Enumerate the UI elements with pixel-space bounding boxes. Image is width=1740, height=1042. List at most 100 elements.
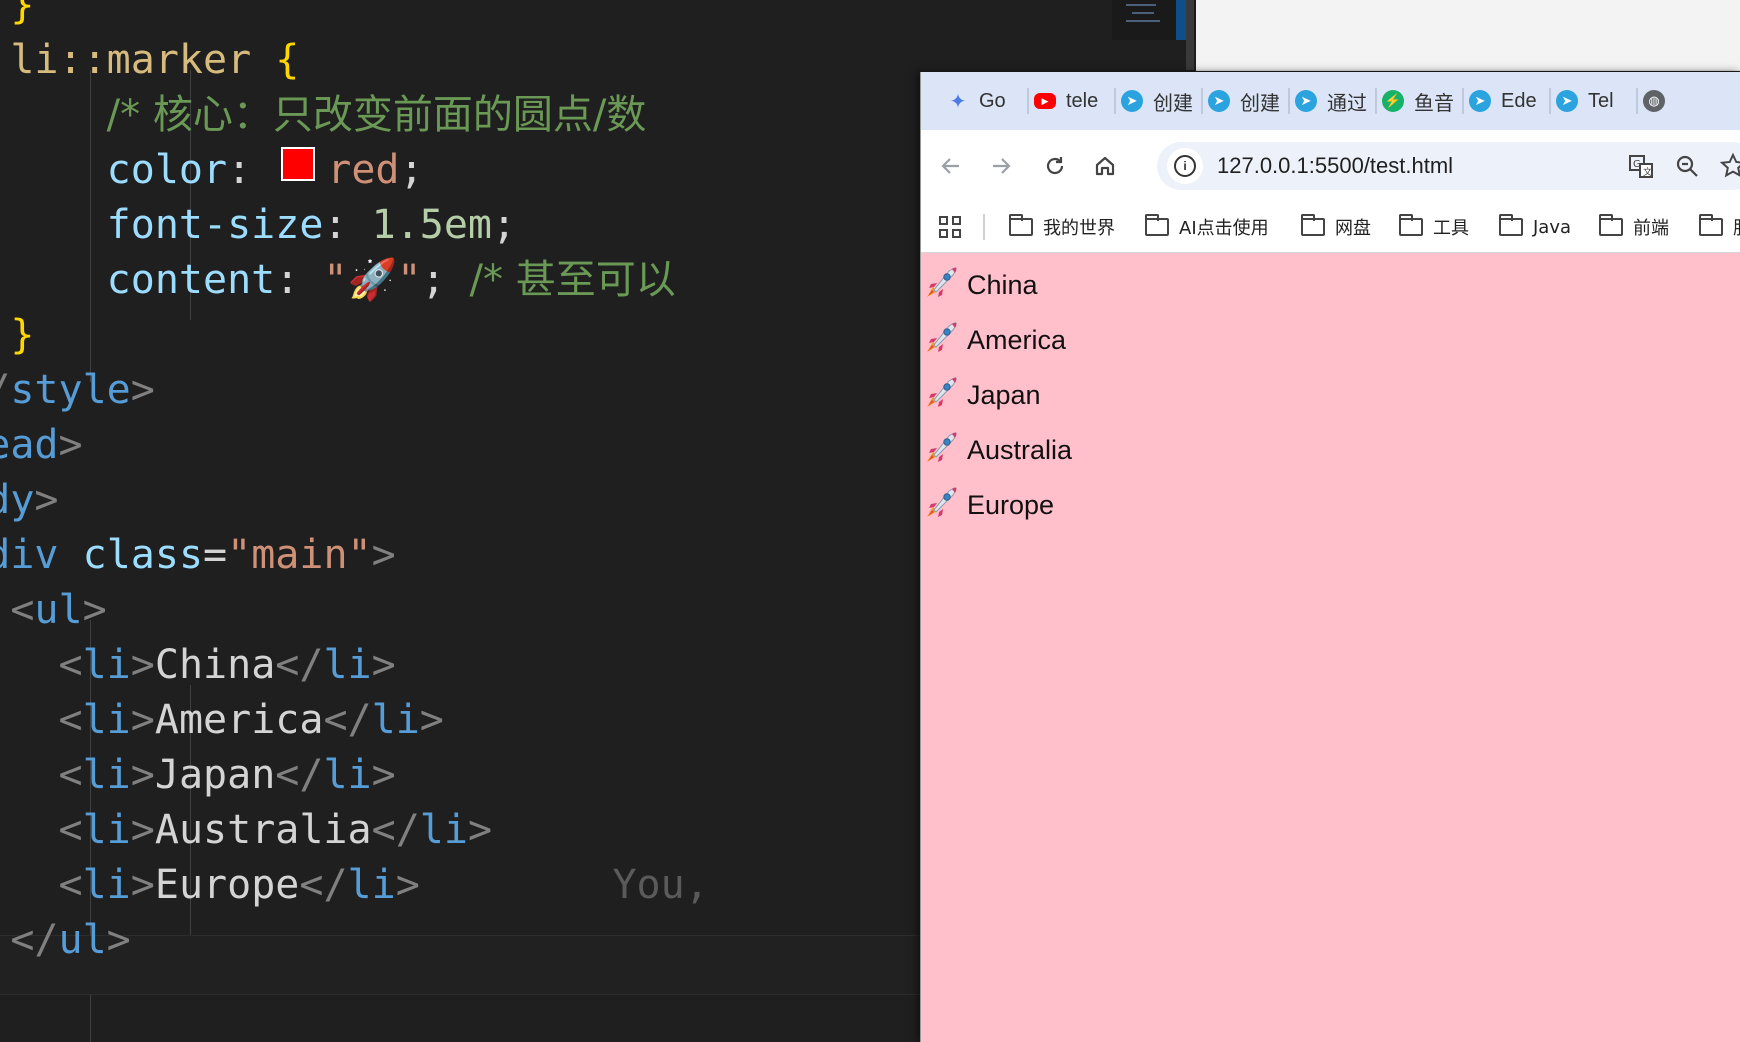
list-item-text: Australia	[967, 434, 1073, 465]
back-button[interactable]	[929, 144, 973, 188]
code-token: li::marker	[10, 37, 252, 83]
code-line[interactable]: </style>	[0, 360, 155, 420]
code-line[interactable]: li::marker {	[0, 30, 299, 90]
code-line[interactable]: <div class="main">	[0, 525, 396, 585]
bookmarks-divider	[983, 214, 985, 240]
editor-scrollbar[interactable]	[1186, 0, 1194, 70]
code-token: li	[82, 642, 131, 688]
bookmark-folder[interactable]: Java	[1499, 202, 1571, 252]
bookmark-label: 我的世界	[1043, 218, 1115, 239]
tab-separator	[1114, 88, 1116, 114]
globe-icon: ◍	[1643, 90, 1665, 112]
bookmark-label: 服	[1733, 214, 1740, 240]
code-token: >	[34, 477, 59, 523]
bookmark-folder[interactable]: 工具	[1399, 202, 1469, 252]
code-token: ;	[492, 202, 517, 248]
color-swatch[interactable]	[281, 147, 316, 181]
code-line[interactable]: <ul>	[0, 580, 106, 640]
code-token: >	[130, 367, 155, 413]
code-line[interactable]: /* 核心：只改变前面的圆点/数	[0, 85, 647, 145]
code-line[interactable]: <li>Australia</li>	[0, 800, 493, 860]
code-token: <	[58, 862, 83, 908]
list-item: China	[921, 263, 1038, 307]
bookmark-folder[interactable]: 我的世界	[1009, 202, 1115, 252]
code-token: </	[371, 807, 420, 853]
code-line[interactable]: <li>Japan</li>	[0, 745, 396, 805]
code-line[interactable]: <li>China</li>	[0, 635, 396, 695]
arrow-right-icon	[993, 158, 1011, 174]
code-token: >	[395, 862, 420, 908]
code-line[interactable]: color: red;	[0, 140, 424, 200]
code-token: China	[154, 642, 276, 688]
tab-separator	[1288, 88, 1290, 114]
tab-label: 创建	[1240, 92, 1280, 115]
bookmark-folder[interactable]: AI点击使用	[1145, 202, 1269, 252]
code-line[interactable]: }	[0, 305, 34, 365]
translate-icon[interactable]: G文	[1627, 152, 1655, 180]
browser-tab[interactable]: ➤ Ede	[1469, 82, 1543, 120]
code-line[interactable]: font-size: 1.5em;	[0, 195, 516, 255]
list-item: Europe	[921, 483, 1054, 527]
forward-button[interactable]	[979, 144, 1023, 188]
code-token: head	[0, 422, 59, 468]
browser-tab[interactable]: ➤ 创建	[1208, 82, 1282, 120]
browser-tab[interactable]: ➤ 通过	[1295, 82, 1369, 120]
code-line[interactable]: content: "🚀"; /* 甚至可以	[0, 250, 676, 310]
code-token: :	[275, 257, 324, 303]
browser-tab[interactable]: ◍	[1643, 82, 1717, 120]
bookmark-star-icon[interactable]	[1719, 152, 1740, 180]
reload-button[interactable]	[1033, 144, 1077, 188]
code-line[interactable]: <body>	[0, 470, 59, 530]
code-token: li	[347, 862, 396, 908]
browser-tab[interactable]: ➤ 创建	[1121, 82, 1195, 120]
code-token: >	[467, 807, 493, 853]
zoom-icon[interactable]	[1673, 152, 1701, 180]
code-token: "main"	[227, 532, 372, 578]
browser-tab[interactable]: ▶ tele	[1034, 82, 1108, 120]
code-token: 1.5em	[371, 202, 492, 248]
site-info-button[interactable]: i	[1167, 148, 1203, 184]
code-token: </	[275, 642, 324, 688]
home-button[interactable]	[1083, 144, 1127, 188]
code-line[interactable]: </ul>	[0, 910, 130, 970]
bookmark-label: AI点击使用	[1179, 218, 1269, 239]
browser-window[interactable]: ✦ Go ▶ tele ➤ 创建 ➤ 创建 ➤ 通过 ⚡ 鱼音 ➤ Ede ➤ Tel ◍ i 127.0.0.…	[920, 72, 1740, 1042]
list-item-text: Japan	[967, 379, 1041, 410]
address-bar[interactable]: i 127.0.0.1:5500/test.html G文	[1157, 142, 1740, 190]
code-line[interactable]: <li>America</li>	[0, 690, 444, 750]
browser-tab[interactable]: ➤ Tel	[1556, 82, 1630, 120]
code-token: America	[154, 697, 324, 743]
list-item-text: China	[967, 269, 1038, 300]
code-token: class	[82, 532, 204, 578]
code-token: content	[106, 257, 276, 303]
code-token: red	[327, 147, 400, 193]
code-token: /* 核心：只改变前面的圆点/数	[106, 92, 647, 138]
code-line[interactable]: </head>	[0, 415, 83, 475]
bookmark-folder[interactable]: 网盘	[1301, 202, 1371, 252]
code-token: style	[10, 367, 131, 413]
folder-icon	[1599, 214, 1623, 236]
browser-toolbar: i 127.0.0.1:5500/test.html G文	[921, 130, 1740, 202]
code-token: /* 甚至可以	[469, 257, 676, 303]
apps-grid-icon[interactable]	[939, 216, 961, 238]
youtube-icon: ▶	[1034, 93, 1056, 109]
browser-tab[interactable]: ✦ Go	[947, 82, 1021, 120]
code-token: ul	[34, 587, 83, 633]
code-token: li	[82, 807, 131, 853]
folder-icon	[1699, 214, 1723, 236]
browser-tab[interactable]: ⚡ 鱼音	[1382, 82, 1456, 120]
code-token: li	[82, 752, 131, 798]
code-token: ;	[399, 147, 424, 193]
arrow-left-icon	[941, 158, 959, 174]
code-token: :	[227, 147, 276, 193]
code-line[interactable]: <li>Europe</li> You,	[0, 855, 709, 915]
folder-icon	[1499, 214, 1523, 236]
bookmark-folder[interactable]: 服	[1699, 202, 1740, 252]
tab-label: tele	[1066, 89, 1099, 112]
bookmark-folder[interactable]: 前端	[1599, 202, 1669, 252]
